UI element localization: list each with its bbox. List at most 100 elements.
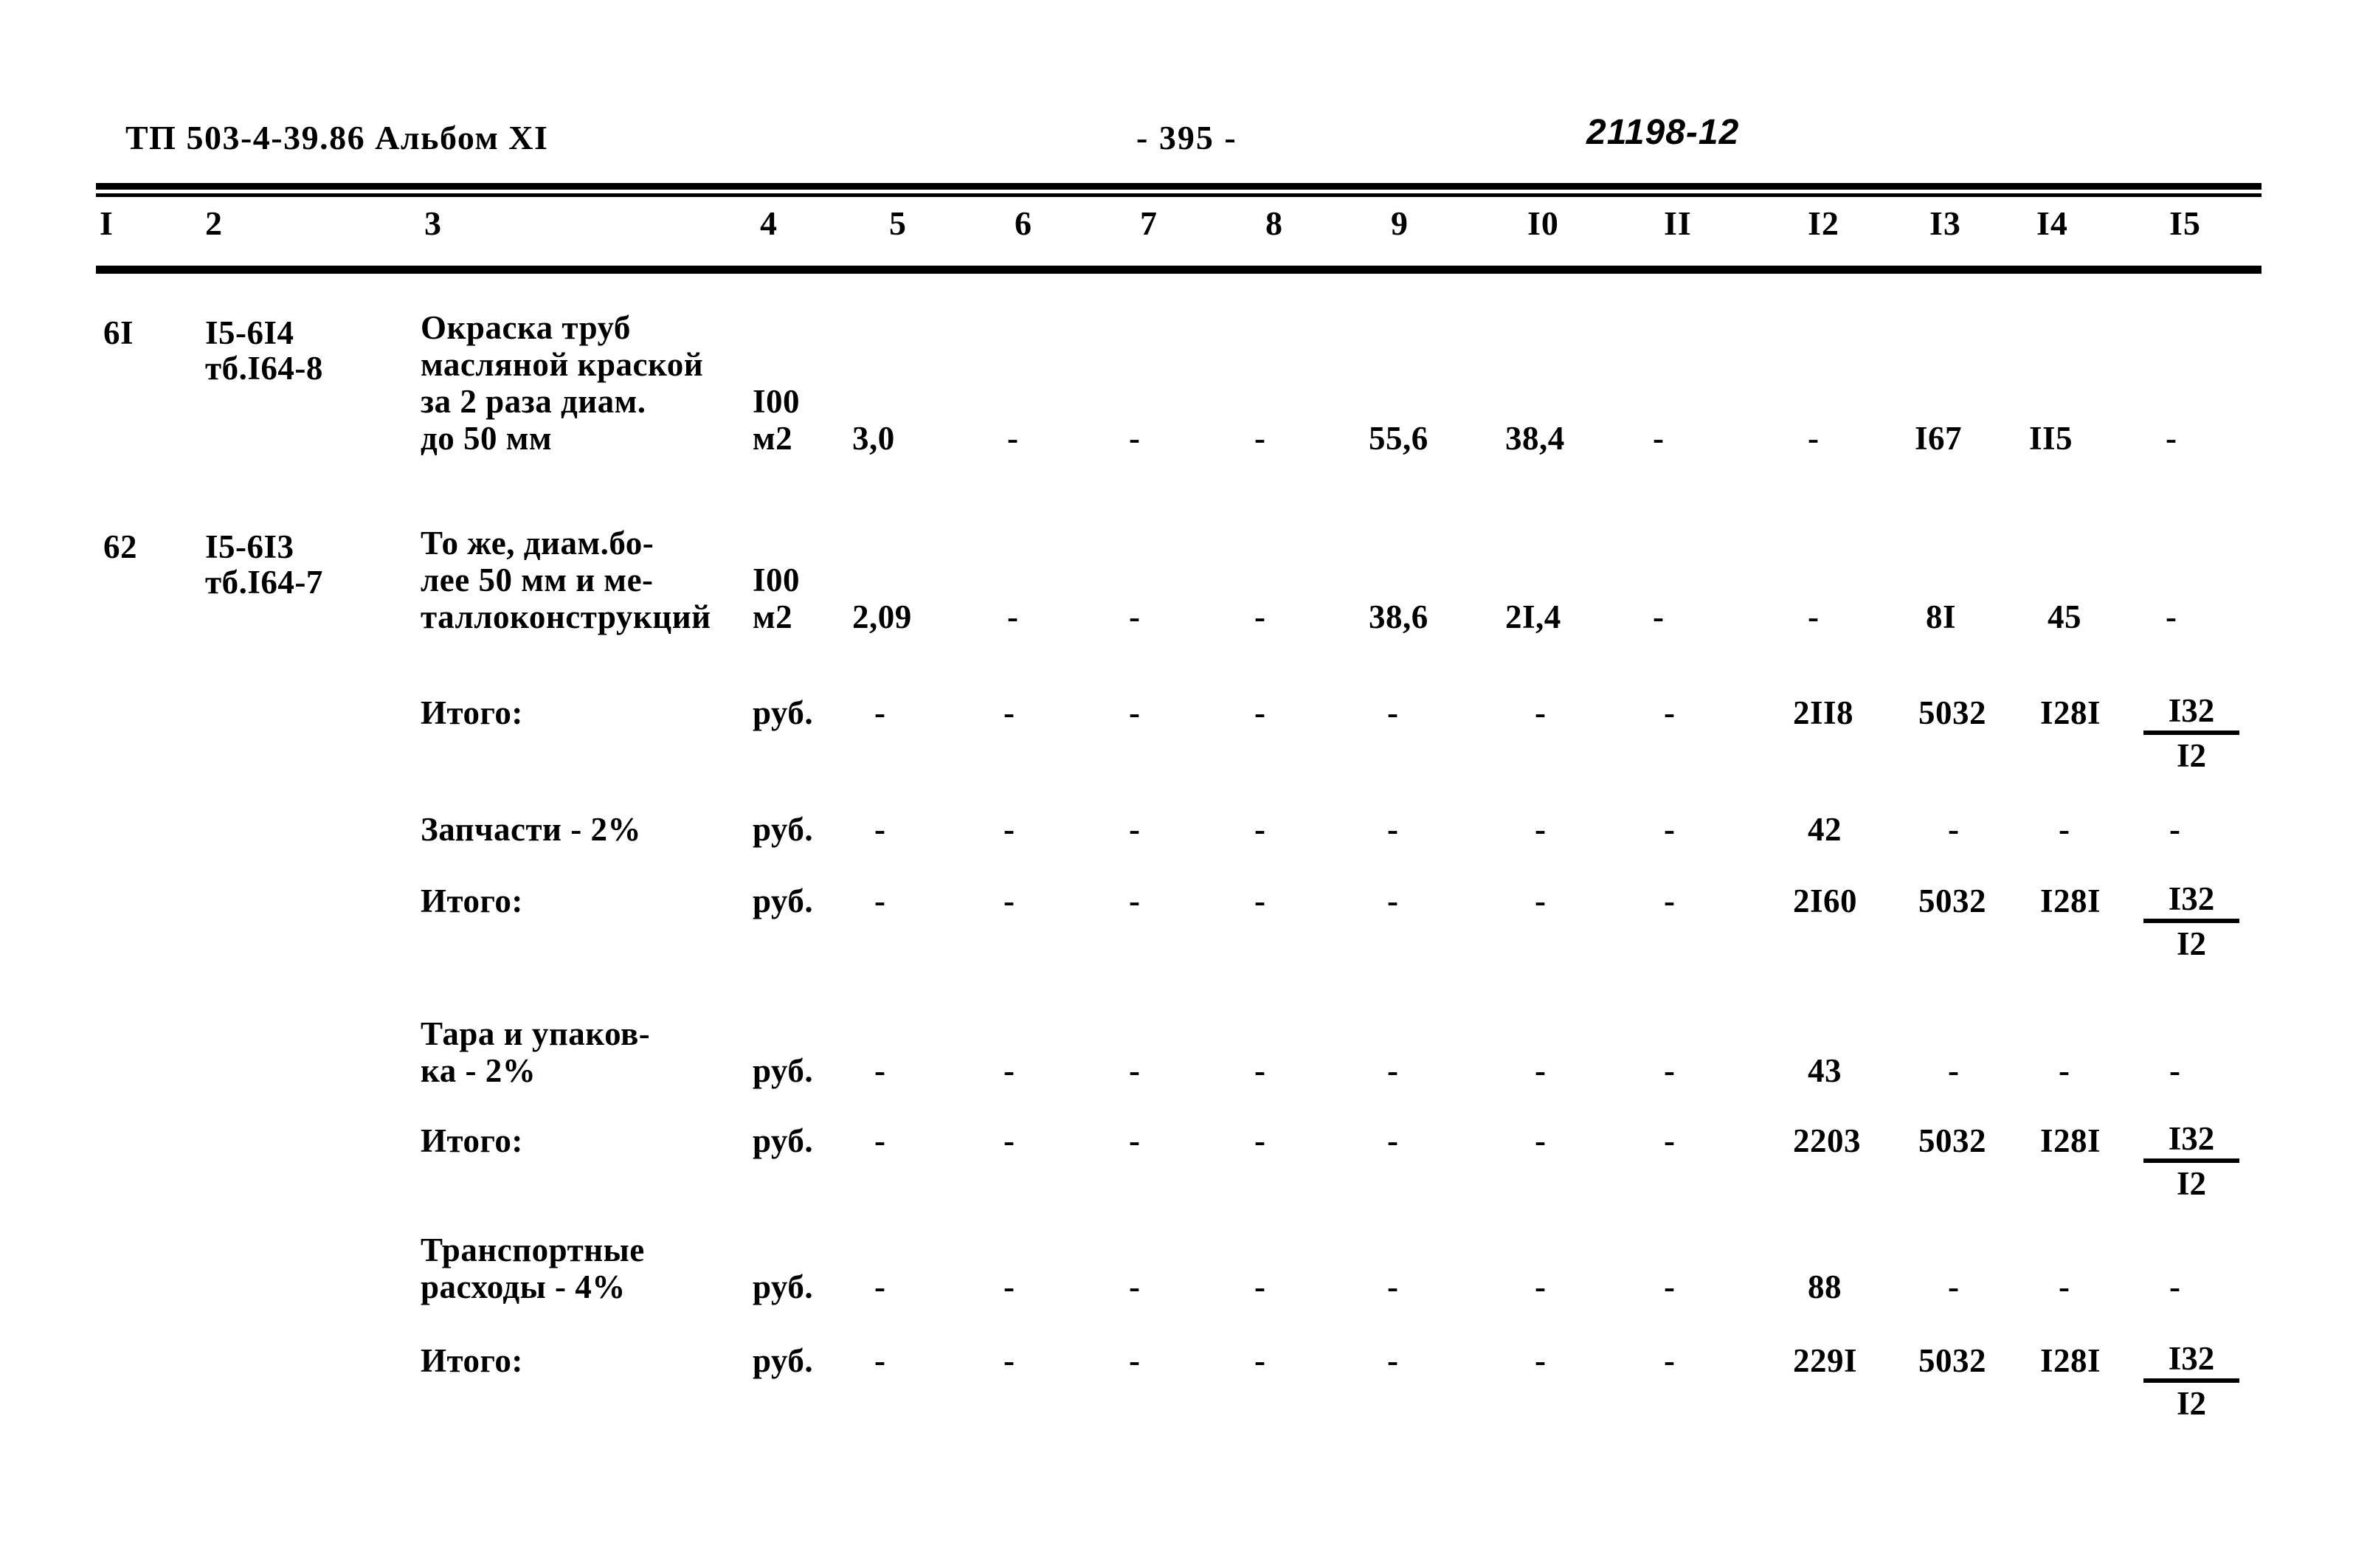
- summary-label: Итого:: [421, 1342, 523, 1379]
- summary-col15: -: [2169, 1268, 2180, 1305]
- row-col10: 2I,4: [1505, 598, 1561, 635]
- summary-col12: 43: [1808, 1052, 1842, 1089]
- row-desc-line2: масляной краской: [421, 346, 704, 383]
- summary-col15-fraction: I32 I2: [2143, 1120, 2239, 1204]
- row-col13: 8I: [1926, 598, 1957, 635]
- row-code-line2: тб.I64-7: [205, 564, 323, 601]
- summary-col5: -: [874, 1342, 885, 1379]
- row-col8: -: [1254, 598, 1265, 635]
- summary-col5: -: [874, 1052, 885, 1089]
- summary-label: Итого:: [421, 1122, 523, 1159]
- summary-col10: -: [1535, 1052, 1546, 1089]
- summary-col15-fraction: I32 I2: [2143, 1340, 2239, 1424]
- row-unit-line2: м2: [753, 598, 793, 635]
- column-header-12: I2: [1808, 204, 1839, 242]
- summary-col8: -: [1254, 1268, 1265, 1305]
- summary-col15: -: [2169, 811, 2180, 848]
- column-header-5: 5: [889, 204, 907, 242]
- column-header-3: 3: [424, 204, 442, 242]
- fraction-numerator: I32: [2143, 1340, 2239, 1383]
- summary-col14: -: [2059, 1268, 2070, 1305]
- column-header-10: I0: [1527, 204, 1559, 242]
- summary-col15: -: [2169, 1052, 2180, 1089]
- summary-col8: -: [1254, 1122, 1265, 1159]
- summary-label: Запчасти - 2%: [421, 811, 641, 848]
- column-header-11: II: [1664, 204, 1692, 242]
- summary-col8: -: [1254, 694, 1265, 731]
- fraction-denominator: I2: [2176, 737, 2206, 774]
- summary-col6: -: [1003, 1268, 1015, 1305]
- summary-col13: -: [1948, 1268, 1959, 1305]
- summary-label-line1: Тара и упаков-: [421, 1015, 651, 1052]
- summary-col12: 42: [1808, 811, 1842, 848]
- column-header-4: 4: [760, 204, 778, 242]
- summary-col5: -: [874, 1122, 885, 1159]
- column-header-14: I4: [2036, 204, 2068, 242]
- summary-col14: I28I: [2040, 1122, 2101, 1159]
- summary-col13: -: [1948, 811, 1959, 848]
- column-header-9: 9: [1391, 204, 1409, 242]
- summary-label: Итого:: [421, 694, 523, 731]
- summary-unit: руб.: [753, 694, 814, 731]
- row-col13: I67: [1915, 420, 1963, 457]
- row-desc-line3: таллоконструкций: [421, 598, 711, 635]
- summary-col7: -: [1129, 1342, 1140, 1379]
- summary-col10: -: [1535, 1342, 1546, 1379]
- row-desc-line2: лее 50 мм и ме-: [421, 562, 654, 598]
- summary-col14: I28I: [2040, 694, 2101, 731]
- row-col14: II5: [2029, 420, 2073, 457]
- row-col11: -: [1653, 420, 1664, 457]
- summary-col14: -: [2059, 1052, 2070, 1089]
- summary-unit: руб.: [753, 883, 814, 919]
- summary-col8: -: [1254, 1342, 1265, 1379]
- row-col9: 38,6: [1369, 598, 1428, 635]
- row-col12: -: [1808, 598, 1819, 635]
- summary-label: Итого:: [421, 883, 523, 919]
- summary-col12: 2I60: [1793, 883, 1858, 919]
- fraction-denominator: I2: [2176, 925, 2206, 962]
- summary-col7: -: [1129, 1122, 1140, 1159]
- summary-col11: -: [1664, 694, 1675, 731]
- fraction-numerator: I32: [2143, 692, 2239, 735]
- summary-col8: -: [1254, 811, 1265, 848]
- summary-col6: -: [1003, 883, 1015, 919]
- row-desc-line3: за 2 раза диам.: [421, 383, 646, 420]
- row-unit-line2: м2: [753, 420, 793, 457]
- row-code-line2: тб.I64-8: [205, 350, 323, 387]
- page-number: - 395 -: [1136, 119, 1237, 156]
- summary-col14: -: [2059, 811, 2070, 848]
- column-header-2: 2: [205, 204, 223, 242]
- row-col12: -: [1808, 420, 1819, 457]
- fraction-denominator: I2: [2176, 1165, 2206, 1202]
- row-code-line1: I5-6I4: [205, 314, 294, 351]
- column-header-7: 7: [1140, 204, 1158, 242]
- row-col6: -: [1007, 420, 1018, 457]
- summary-col6: -: [1003, 1122, 1015, 1159]
- summary-col9: -: [1387, 1122, 1398, 1159]
- row-col7: -: [1129, 598, 1140, 635]
- summary-unit: руб.: [753, 811, 814, 848]
- summary-col5: -: [874, 883, 885, 919]
- summary-col14: I28I: [2040, 883, 2101, 919]
- summary-col9: -: [1387, 811, 1398, 848]
- summary-col7: -: [1129, 811, 1140, 848]
- summary-col11: -: [1664, 1342, 1675, 1379]
- row-col15: -: [2166, 420, 2177, 457]
- summary-label-line2: расходы - 4%: [421, 1268, 626, 1305]
- row-desc-line4: до 50 мм: [421, 420, 553, 457]
- page-header: ТП 503-4-39.86 Альбом XI - 395 - 21198-1…: [0, 113, 2353, 170]
- row-col15: -: [2166, 598, 2177, 635]
- summary-col6: -: [1003, 694, 1015, 731]
- row-unit-line1: I00: [753, 562, 801, 598]
- row-col5: 3,0: [852, 420, 895, 457]
- row-desc-line1: Окраска труб: [421, 309, 631, 346]
- summary-col13: 5032: [1918, 1342, 1986, 1379]
- document-code: ТП 503-4-39.86 Альбом XI: [125, 119, 549, 156]
- summary-col10: -: [1535, 883, 1546, 919]
- summary-col8: -: [1254, 883, 1265, 919]
- summary-col10: -: [1535, 694, 1546, 731]
- column-header-15: I5: [2169, 204, 2201, 242]
- row-col10: 38,4: [1505, 420, 1565, 457]
- summary-label-line2: ка - 2%: [421, 1052, 536, 1089]
- row-code-line1: I5-6I3: [205, 528, 294, 565]
